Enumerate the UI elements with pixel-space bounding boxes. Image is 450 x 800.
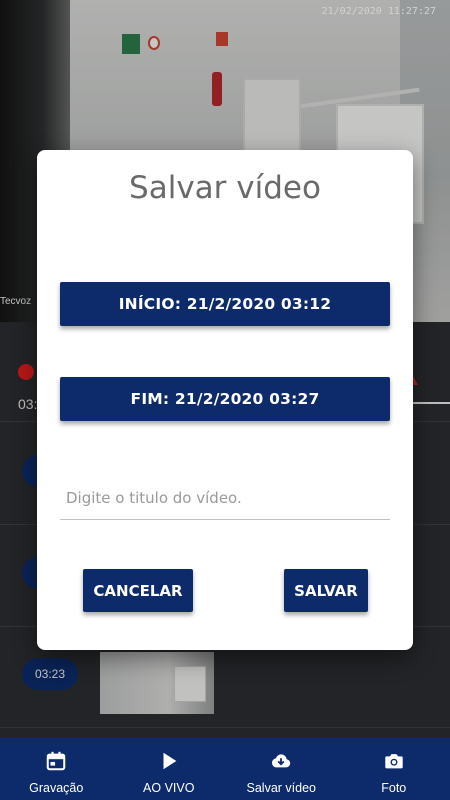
cloud-download-icon	[270, 750, 292, 777]
calendar-icon	[45, 750, 67, 777]
nav-item-live[interactable]: AO VIVO	[113, 738, 226, 800]
nav-label: Gravação	[29, 781, 84, 795]
nav-item-recording[interactable]: Gravação	[0, 738, 113, 800]
nav-item-photo[interactable]: Foto	[338, 738, 450, 800]
save-button[interactable]: SALVAR	[284, 569, 368, 612]
bottom-navigation: Gravação AO VIVO Salvar vídeo Foto	[0, 738, 450, 800]
nav-label: Salvar vídeo	[246, 781, 316, 795]
cancel-button[interactable]: CANCELAR	[83, 569, 193, 612]
dialog-title: Salvar vídeo	[129, 170, 321, 206]
save-video-dialog: Salvar vídeo INÍCIO: 21/2/2020 03:12 FIM…	[37, 150, 413, 650]
play-icon	[158, 750, 180, 777]
start-datetime-button[interactable]: INÍCIO: 21/2/2020 03:12	[60, 282, 390, 326]
end-datetime-button[interactable]: FIM: 21/2/2020 03:27	[60, 377, 390, 421]
nav-label: AO VIVO	[143, 781, 195, 795]
video-title-input[interactable]	[60, 476, 390, 520]
nav-label: Foto	[381, 781, 407, 795]
nav-item-save-video[interactable]: Salvar vídeo	[225, 738, 338, 800]
camera-icon	[383, 750, 405, 777]
